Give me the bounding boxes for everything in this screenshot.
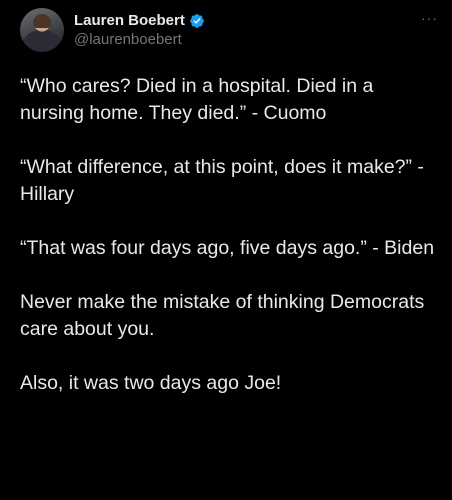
verified-badge-icon (189, 13, 205, 29)
name-row: Lauren Boebert (74, 12, 205, 30)
more-icon[interactable]: ··· (421, 10, 438, 26)
avatar[interactable] (20, 8, 64, 52)
author-display-name[interactable]: Lauren Boebert (74, 12, 185, 30)
tweet: Lauren Boebert @laurenboebert ··· “Who c… (0, 0, 452, 500)
tweet-paragraph: Never make the mistake of thinking Democ… (20, 291, 425, 340)
tweet-paragraph: “That was four days ago, five days ago.”… (20, 237, 435, 259)
author-info[interactable]: Lauren Boebert @laurenboebert (74, 12, 205, 49)
author-handle[interactable]: @laurenboebert (74, 31, 205, 49)
tweet-header: Lauren Boebert @laurenboebert ··· (20, 8, 438, 52)
tweet-paragraph: “Who cares? Died in a hospital. Died in … (20, 75, 374, 124)
tweet-paragraph: “What difference, at this point, does it… (20, 156, 424, 205)
tweet-paragraph: Also, it was two days ago Joe! (20, 372, 282, 394)
tweet-text: “Who cares? Died in a hospital. Died in … (20, 73, 436, 397)
